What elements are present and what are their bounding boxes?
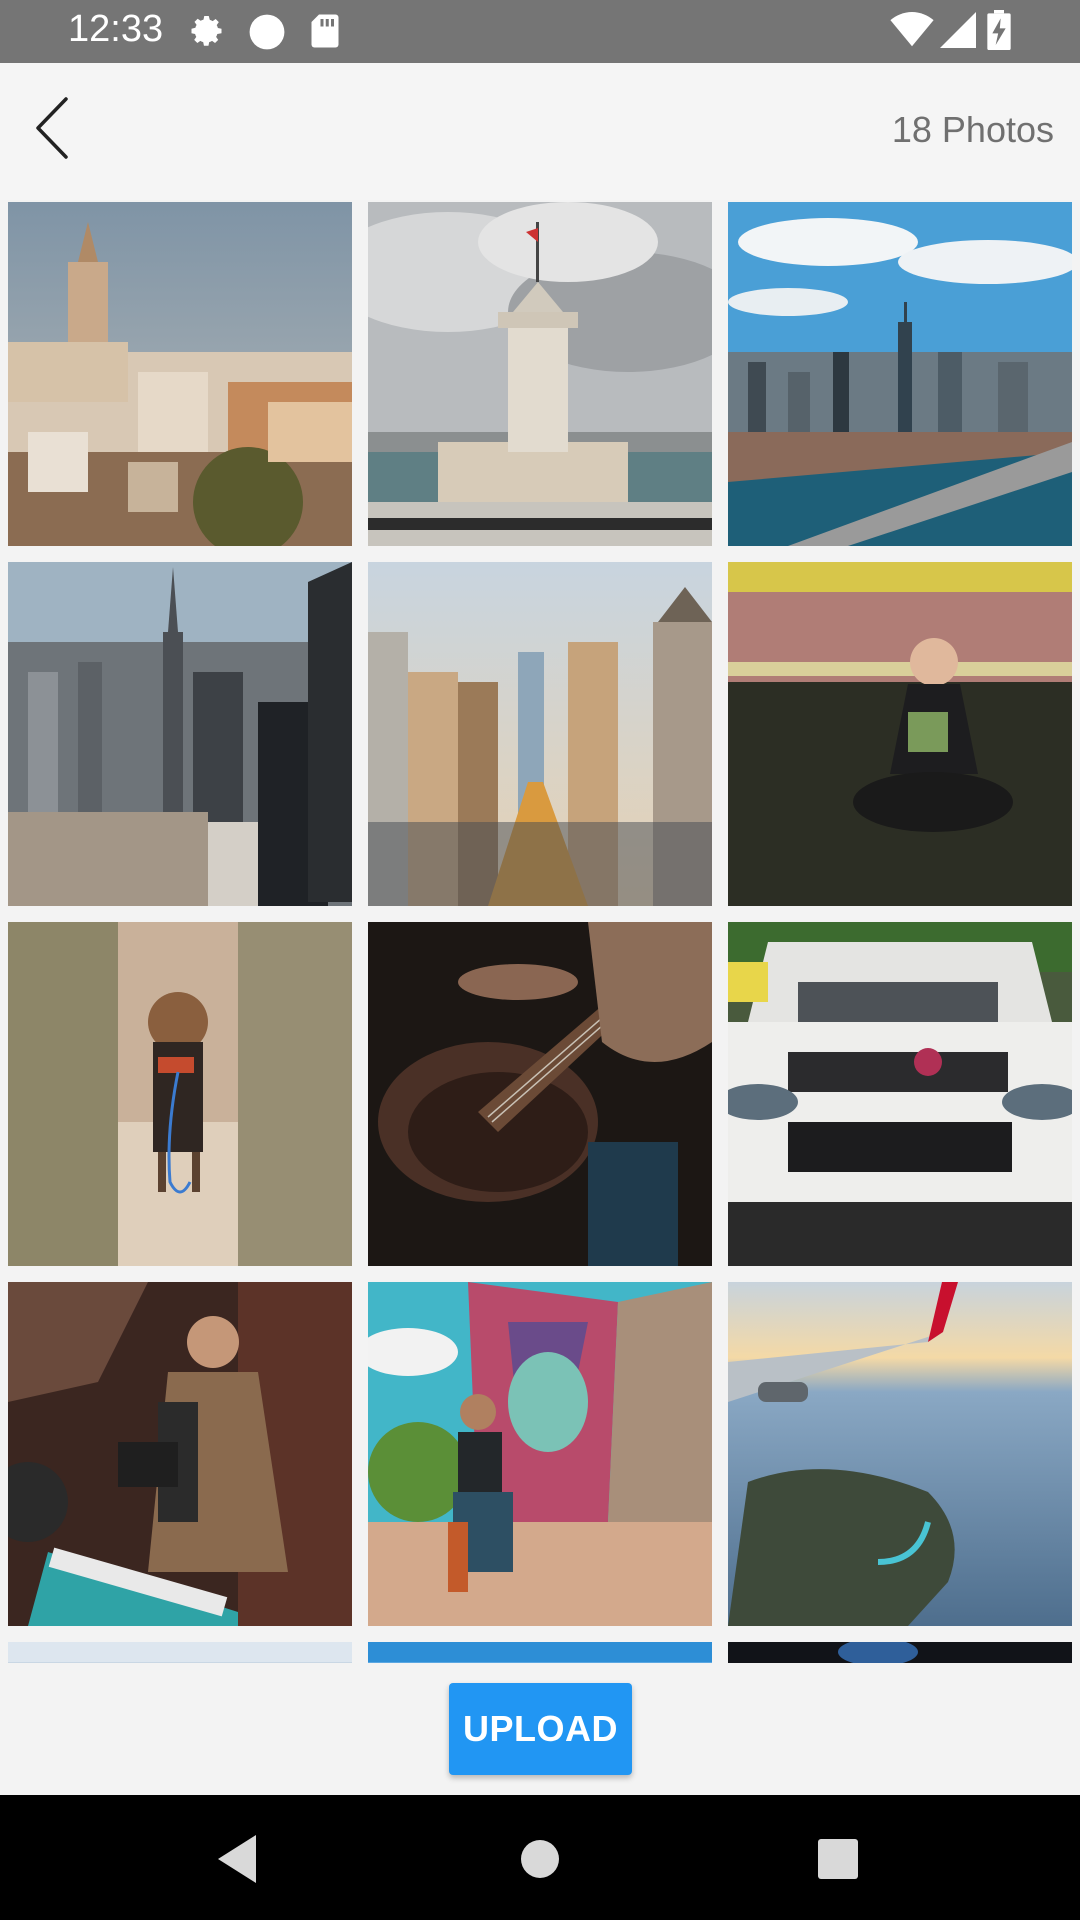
sd-card-icon <box>310 13 340 54</box>
circle-icon <box>248 13 286 56</box>
photo-airplane-wing[interactable] <box>728 1282 1072 1626</box>
photo-keyboard-player[interactable] <box>8 1282 352 1626</box>
signal-icon <box>940 12 976 53</box>
recents-square-icon[interactable] <box>806 1827 870 1891</box>
photo-galata-tower[interactable] <box>8 202 352 546</box>
app-header: 18 Photos <box>0 63 1080 200</box>
photo-city-street[interactable] <box>368 562 712 906</box>
chevron-left-icon <box>36 97 68 159</box>
back-button[interactable] <box>24 93 94 163</box>
photo-mural-street[interactable] <box>368 1282 712 1626</box>
photo-empire-state[interactable] <box>8 562 352 906</box>
home-circle-icon[interactable] <box>508 1827 572 1891</box>
photo-skyline-river[interactable] <box>728 202 1072 546</box>
gear-icon <box>190 13 226 54</box>
system-nav-bar <box>0 1795 1080 1920</box>
photo-partial-3[interactable] <box>728 1642 1072 1663</box>
wifi-icon <box>890 12 934 53</box>
photo-dog-field[interactable] <box>8 922 352 1266</box>
battery-charging-icon <box>987 10 1011 55</box>
status-time: 12:33 <box>68 8 164 50</box>
photo-bass-guitar[interactable] <box>368 922 712 1266</box>
photo-partial-1[interactable] <box>8 1642 352 1663</box>
photo-partial-2[interactable] <box>368 1642 712 1663</box>
bottom-action-bar: UPLOAD <box>0 1663 1080 1795</box>
photo-grid[interactable] <box>0 200 1080 1663</box>
back-triangle-icon[interactable] <box>206 1827 270 1891</box>
photo-maiden-tower[interactable] <box>368 202 712 546</box>
photo-person-sitting[interactable] <box>728 562 1072 906</box>
status-bar: 12:33 <box>0 0 1080 63</box>
photo-count: 18 Photos <box>891 109 1054 150</box>
photo-white-car[interactable] <box>728 922 1072 1266</box>
upload-button[interactable]: UPLOAD <box>449 1683 632 1775</box>
